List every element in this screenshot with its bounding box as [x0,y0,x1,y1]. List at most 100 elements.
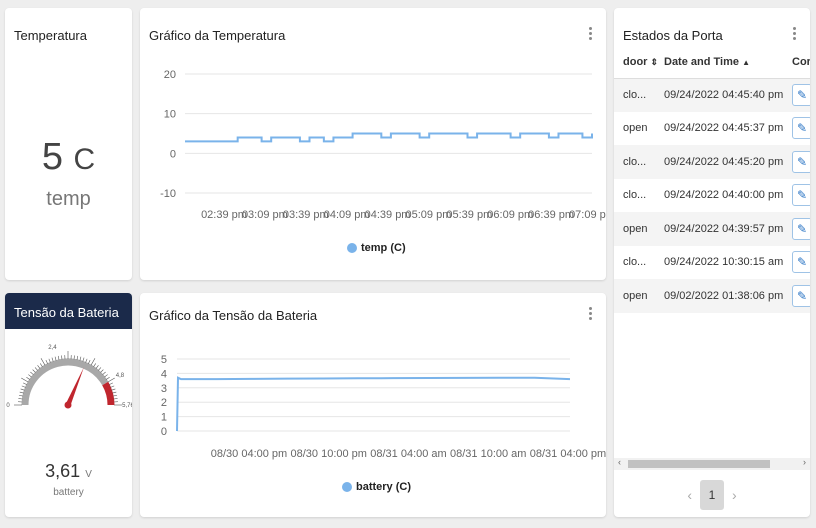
x-tick-label: 06:39 pm [528,209,574,221]
datetime-cell: 09/24/2022 04:40:00 pm [664,189,784,202]
temperature-card: Temperatura 5 C temp [5,8,132,280]
door-cell: open [623,222,648,235]
y-tick-label: 1 [161,412,167,424]
battery-unit: V [85,469,92,480]
datetime-cell: 09/24/2022 04:45:40 pm [664,89,784,101]
temperature-card-title: Temperatura [14,28,87,43]
gauge-tick [111,388,116,391]
scroll-right-icon[interactable]: › [803,457,806,467]
door-cell: clo... [623,256,647,269]
gauge-tick [21,377,29,383]
column-header-door[interactable]: door ⇕ [614,46,660,78]
battery-gauge: 0 2,4 4,8 5,76 [6,345,132,409]
gauge-tick [102,371,106,375]
table-row[interactable]: open 09/24/2022 04:45:37 pm ✎ [614,112,810,146]
prev-page-icon[interactable]: ‹ [687,487,692,503]
pencil-icon: ✎ [796,88,808,102]
x-tick-label: 04:09 pm [324,209,370,221]
column-header-cor[interactable]: Cor [788,46,810,78]
gauge-tick [100,369,104,373]
temperature-unit: C [73,143,96,176]
door-table: door ⇕ Date and Time ▲ Cor clo... 09/24/2… [614,46,810,313]
battery-legend[interactable]: battery (C) [342,481,411,493]
table-row[interactable]: open 09/24/2022 04:39:57 pm ✎ [614,212,810,246]
datetime-cell: 09/24/2022 10:30:15 am [664,256,784,269]
gauge-tick [104,374,108,378]
temperature-value: 5 C [5,136,132,179]
gauge-tick [54,356,57,361]
next-page-icon[interactable]: › [732,487,737,503]
pencil-icon: ✎ [796,288,808,303]
door-states-title: Estados da Porta [623,28,723,43]
x-tick-label: 04:39 pm [365,209,411,221]
temperature-legend-label: temp (C) [361,242,406,254]
gauge-tick [98,367,102,371]
battery-legend-dot [342,482,352,492]
gauge-tick [34,367,38,371]
table-row[interactable]: clo... 09/24/2022 10:30:15 am ✎ [614,246,810,280]
y-tick-label: 3 [161,383,167,395]
battery-card: Tensão da Bateria 0 2,4 4,8 5,76 3,61 V bat… [5,293,132,517]
gauge-tick [57,355,60,360]
page-button-current[interactable]: 1 [700,480,724,510]
x-tick-label: 05:09 pm [406,209,452,221]
edit-button[interactable]: ✎ [792,117,810,140]
edit-button[interactable]: ✎ [792,84,810,106]
battery-series-line [176,376,571,432]
edit-button[interactable]: ✎ [792,217,810,240]
y-tick-label: 10 [164,109,176,121]
gauge-tick [61,355,63,360]
temperature-legend[interactable]: temp (C) [347,242,406,254]
gauge-arc-normal [21,358,109,406]
x-tick-label: 08/31 10:00 am [450,448,526,460]
edit-button[interactable]: ✎ [792,284,810,307]
temperature-legend-dot [347,243,357,253]
edit-button[interactable]: ✎ [792,184,810,207]
edit-cell: ✎ [788,78,810,112]
y-tick-label: 2 [161,397,167,409]
scroll-left-icon[interactable]: ‹ [618,457,621,467]
gauge-tick [51,357,54,362]
gauge-tick [106,376,110,380]
gauge-label: 5,76 [122,403,132,409]
gauge-tick [113,398,118,400]
horizontal-scrollbar[interactable]: ‹ › [614,457,810,470]
gauge-tick [23,382,27,385]
scrollbar-thumb[interactable] [628,460,770,468]
gauge-tick [26,376,30,380]
battery-number: 3,61 [45,461,81,481]
table-row[interactable]: clo... 09/24/2022 04:45:40 pm ✎ [614,78,810,112]
table-row[interactable]: clo... 09/24/2022 04:45:20 pm ✎ [614,145,810,179]
temperature-number: 5 [41,136,63,178]
door-states-menu-icon[interactable] [788,26,800,42]
datetime-cell: 09/24/2022 04:39:57 pm [664,222,784,235]
gauge-tick [76,355,79,360]
y-tick-label: 0 [161,426,167,438]
datetime-cell: 09/24/2022 04:45:20 pm [664,155,784,168]
gauge-tick [30,371,34,375]
edit-button[interactable]: ✎ [792,251,810,274]
edit-cell: ✎ [788,179,810,213]
gauge-tick [90,358,96,366]
temperature-label: temp [46,188,91,210]
gauge-arc-danger [102,381,115,406]
gauge-tick [39,363,43,367]
gauge-tick [20,388,25,391]
battery-card-header: Tensão da Bateria [5,293,132,329]
gauge-tick [45,360,48,364]
door-states-card: Estados da Porta door ⇕ Date and Time ▲ … [614,8,810,517]
edit-button[interactable]: ✎ [792,150,810,173]
x-tick-label: 07:09 pm [569,209,606,221]
column-header-date-time[interactable]: Date and Time ▲ [660,46,788,78]
table-row[interactable]: clo... 09/24/2022 04:40:00 pm ✎ [614,179,810,213]
gauge-tick [109,382,113,385]
edit-cell: ✎ [788,212,810,246]
table-row[interactable]: open 09/02/2022 01:38:06 pm ✎ [614,279,810,313]
datetime-cell: 09/24/2022 04:45:37 pm [664,122,784,135]
y-tick-label: 5 [161,354,167,366]
door-cell: open [623,122,648,135]
edit-cell: ✎ [788,112,810,146]
gauge-tick [112,391,117,394]
pencil-icon: ✎ [796,221,808,236]
pencil-icon: ✎ [796,188,808,203]
